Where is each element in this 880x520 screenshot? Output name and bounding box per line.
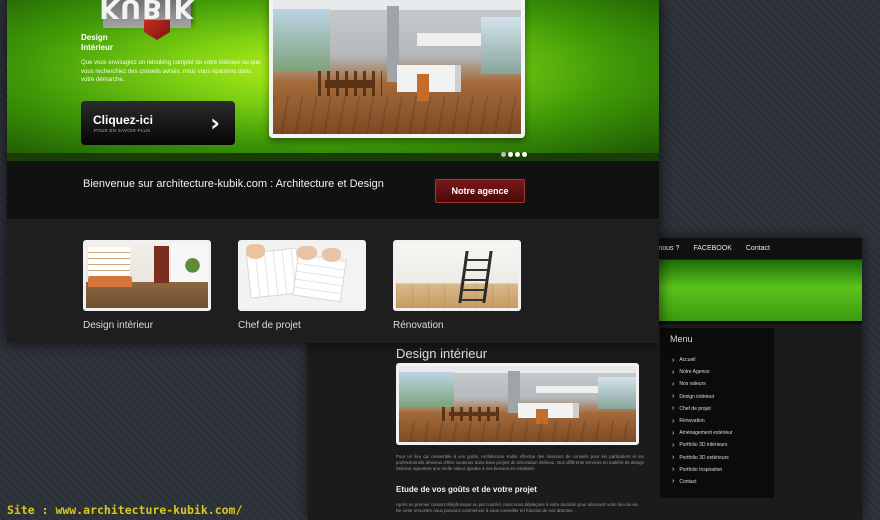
chevron-right-icon: › xyxy=(672,441,675,449)
menu-item-chef-de-projet[interactable]: › Chef de projet xyxy=(672,403,733,415)
side-menu: Menu › Accueil › Notre Agence › Nos valeurs… xyxy=(660,328,774,498)
site-url-caption: Site : www.architecture-kubik.com/ xyxy=(7,503,243,517)
nav-item-contact[interactable]: Contact xyxy=(746,245,770,252)
hero-bottom-bar xyxy=(7,153,659,161)
chevron-right-icon: › xyxy=(672,405,675,413)
chevron-right-icon: › xyxy=(672,368,675,376)
renovation-thumbnail xyxy=(393,240,521,311)
menu-item-accueil[interactable]: › Accueil xyxy=(672,354,733,366)
menu-item-portfolio-interieurs[interactable]: › Portfolio 3D intérieurs xyxy=(672,439,733,451)
hero-title: Design Intérieur xyxy=(81,33,114,52)
side-menu-title: Menu xyxy=(670,334,693,344)
menu-item-renovation[interactable]: › Rénovation xyxy=(672,415,733,427)
notre-agence-button[interactable]: Notre agence xyxy=(435,179,525,203)
slider-dot-4[interactable] xyxy=(522,152,527,157)
chef-de-projet-thumbnail xyxy=(238,240,366,311)
cta-label: Cliquez-ici xyxy=(93,113,154,127)
slider-dot-3[interactable] xyxy=(515,152,520,157)
logo-cube-icon xyxy=(144,20,170,40)
chevron-right-icon: › xyxy=(672,393,675,401)
menu-item-portfolio-exterieurs[interactable]: › Portfolio 3D extérieurs xyxy=(672,452,733,464)
slider-dot-1[interactable] xyxy=(501,152,506,157)
service-design-interieur[interactable]: Design intérieur xyxy=(83,240,211,331)
menu-item-nos-valeurs[interactable]: › Nos valeurs xyxy=(672,378,733,390)
inner-paragraph-2: Après un premier contact téléphonique ou… xyxy=(396,502,640,513)
slider-dot-2[interactable] xyxy=(508,152,513,157)
chevron-right-icon: › xyxy=(672,454,675,462)
slider-dots xyxy=(501,152,527,157)
service-renovation[interactable]: Rénovation xyxy=(393,240,521,331)
inner-page-title: Design intérieur xyxy=(396,346,488,361)
hero-kitchen-photo xyxy=(269,0,525,138)
inner-paragraph: Pour un lieu qui ressemble à vos goûts, … xyxy=(396,454,644,471)
hero-description: Que vous envisagiez un relooking complet… xyxy=(81,60,261,84)
menu-item-amenagement-exterieur[interactable]: › Aménagement extérieur xyxy=(672,427,733,439)
home-page-screenshot: KUBIK Design Intérieur Que vous envisagi… xyxy=(7,0,659,343)
menu-item-contact[interactable]: › Contact xyxy=(672,476,733,488)
chevron-right-icon: › xyxy=(672,356,675,364)
nav-item-facebook[interactable]: FACEBOOK xyxy=(693,245,732,252)
chevron-right-icon: › xyxy=(672,478,675,486)
chevron-right-icon: › xyxy=(672,380,675,388)
welcome-strip: Bienvenue sur architecture-kubik.com : A… xyxy=(7,161,659,219)
chevron-right-icon: › xyxy=(672,466,675,474)
chevron-right-icon: › xyxy=(672,429,675,437)
cliquez-ici-button[interactable]: Cliquez-ici POUR EN SAVOIR PLUS › xyxy=(81,101,235,145)
service-label: Chef de projet xyxy=(238,320,301,331)
design-interieur-thumbnail xyxy=(83,240,211,311)
service-chef-de-projet[interactable]: Chef de projet xyxy=(238,240,366,331)
inner-section-heading: Etude de vos goûts et de votre projet xyxy=(396,485,537,494)
service-label: Design intérieur xyxy=(83,320,154,331)
menu-item-notre-agence[interactable]: › Notre Agence xyxy=(672,366,733,378)
services-section: Design intérieur Chef de projet Rénovati… xyxy=(7,219,659,343)
menu-item-design-interieur[interactable]: › Design intérieur xyxy=(672,391,733,403)
inner-kitchen-photo xyxy=(396,363,639,445)
chevron-right-icon: › xyxy=(672,417,675,425)
menu-item-portfolio-inspiration[interactable]: › Portfolio Inspiration xyxy=(672,464,733,476)
cta-sublabel: POUR EN SAVOIR PLUS xyxy=(94,128,151,133)
chevron-right-icon: › xyxy=(210,109,220,137)
service-label: Rénovation xyxy=(393,320,444,331)
welcome-text: Bienvenue sur architecture-kubik.com : A… xyxy=(83,178,384,190)
hero-banner: KUBIK Design Intérieur Que vous envisagi… xyxy=(7,0,659,153)
